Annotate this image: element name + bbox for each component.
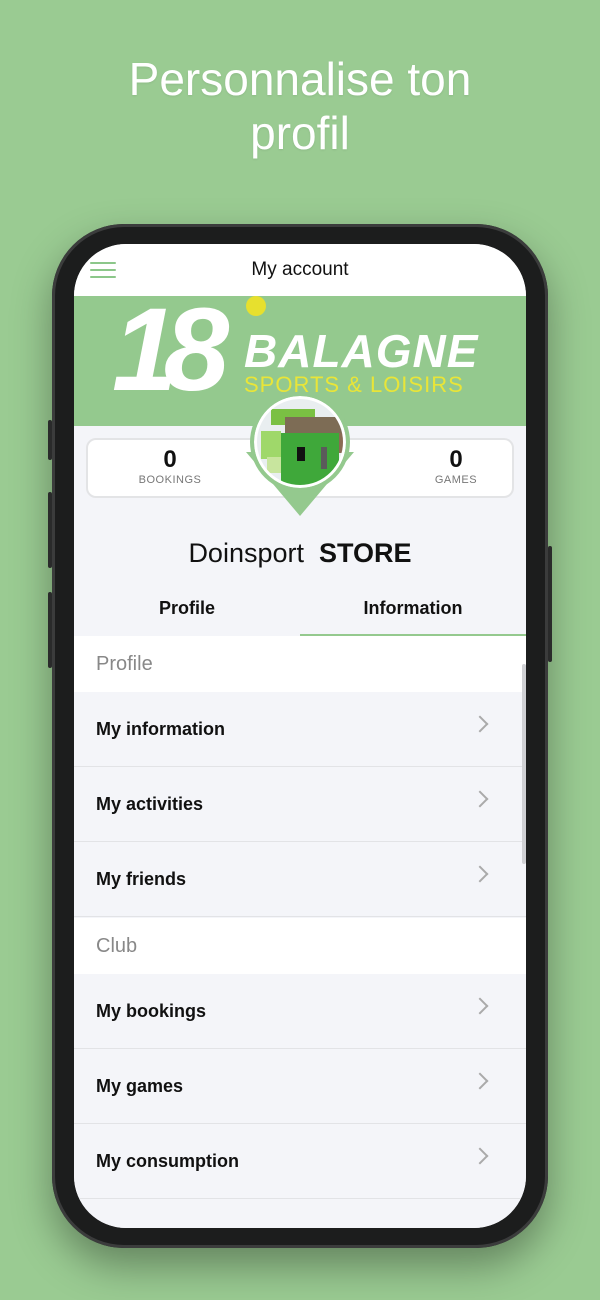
- games-label: GAMES: [434, 474, 478, 486]
- menu-item-label: My games: [96, 1075, 184, 1096]
- tab-bar: Profile Information: [74, 580, 526, 636]
- user-first-name: Doinsport: [188, 538, 304, 568]
- user-last-name: STORE: [319, 538, 412, 568]
- headline: Personnalise ton profil: [0, 52, 600, 160]
- headline-line-1: Personnalise ton: [128, 53, 472, 105]
- chevron-right-icon: [471, 1147, 489, 1165]
- avatar-pin: [240, 392, 360, 522]
- menu-item-my-games[interactable]: My games: [74, 1049, 526, 1124]
- menu-item-next[interactable]: [74, 1199, 526, 1228]
- hamburger-menu-icon[interactable]: [90, 262, 116, 278]
- avatar-pixel: [297, 447, 305, 461]
- avatar-pixel: [339, 433, 343, 453]
- top-bar: My account: [74, 244, 526, 296]
- tennis-ball-icon: [246, 296, 266, 316]
- phone-volume-up: [48, 492, 52, 568]
- menu-item-my-activities[interactable]: My activities: [74, 767, 526, 842]
- chevron-right-icon: [471, 790, 489, 808]
- avatar-pixel: [261, 431, 281, 459]
- tab-profile[interactable]: Profile: [74, 580, 300, 636]
- menu-item-label: My bookings: [96, 1000, 207, 1021]
- user-name: Doinsport STORE: [74, 538, 526, 569]
- chevron-right-icon: [471, 865, 489, 883]
- headline-line-2: profil: [250, 107, 350, 159]
- club-logo-number: 18: [112, 296, 229, 416]
- menu-item-label: My activities: [96, 793, 204, 814]
- section-header-club: Club: [74, 918, 526, 974]
- bookings-stat[interactable]: 0 BOOKINGS: [110, 446, 230, 486]
- avatar-image: [254, 396, 346, 488]
- avatar-pixel: [281, 433, 339, 485]
- page-title: My account: [251, 259, 349, 280]
- games-count: 0: [449, 446, 463, 473]
- phone-frame: My account 18 BALAGNE SPORTS & LOISIRS 0…: [48, 224, 552, 1248]
- phone-side-button: [48, 420, 52, 460]
- club-logo-name: BALAGNE: [244, 325, 479, 377]
- chevron-right-icon: [471, 997, 489, 1015]
- menu-item-my-consumption[interactable]: My consumption: [74, 1124, 526, 1199]
- bookings-label: BOOKINGS: [138, 474, 202, 486]
- tab-information[interactable]: Information: [300, 580, 526, 636]
- chevron-right-icon: [471, 1072, 489, 1090]
- menu-item-label: My consumption: [96, 1150, 239, 1171]
- menu-item-my-bookings[interactable]: My bookings: [74, 974, 526, 1049]
- chevron-right-icon: [471, 715, 489, 733]
- avatar[interactable]: [250, 392, 350, 492]
- phone-power-button: [548, 546, 552, 662]
- menu-item-label: My information: [96, 718, 225, 739]
- menu-item-my-information[interactable]: My information: [74, 692, 526, 767]
- avatar-pixel: [267, 457, 281, 473]
- menu-item-label: My friends: [96, 868, 187, 889]
- scrollbar[interactable]: [522, 664, 526, 864]
- avatar-pixel: [321, 447, 327, 469]
- phone-volume-down: [48, 592, 52, 668]
- avatar-pixel: [285, 417, 343, 433]
- menu-item-my-friends[interactable]: My friends: [74, 842, 526, 917]
- section-header-profile: Profile: [74, 636, 526, 692]
- games-stat[interactable]: 0 GAMES: [396, 446, 516, 486]
- app-screen: My account 18 BALAGNE SPORTS & LOISIRS 0…: [74, 244, 526, 1228]
- bookings-count: 0: [163, 446, 177, 473]
